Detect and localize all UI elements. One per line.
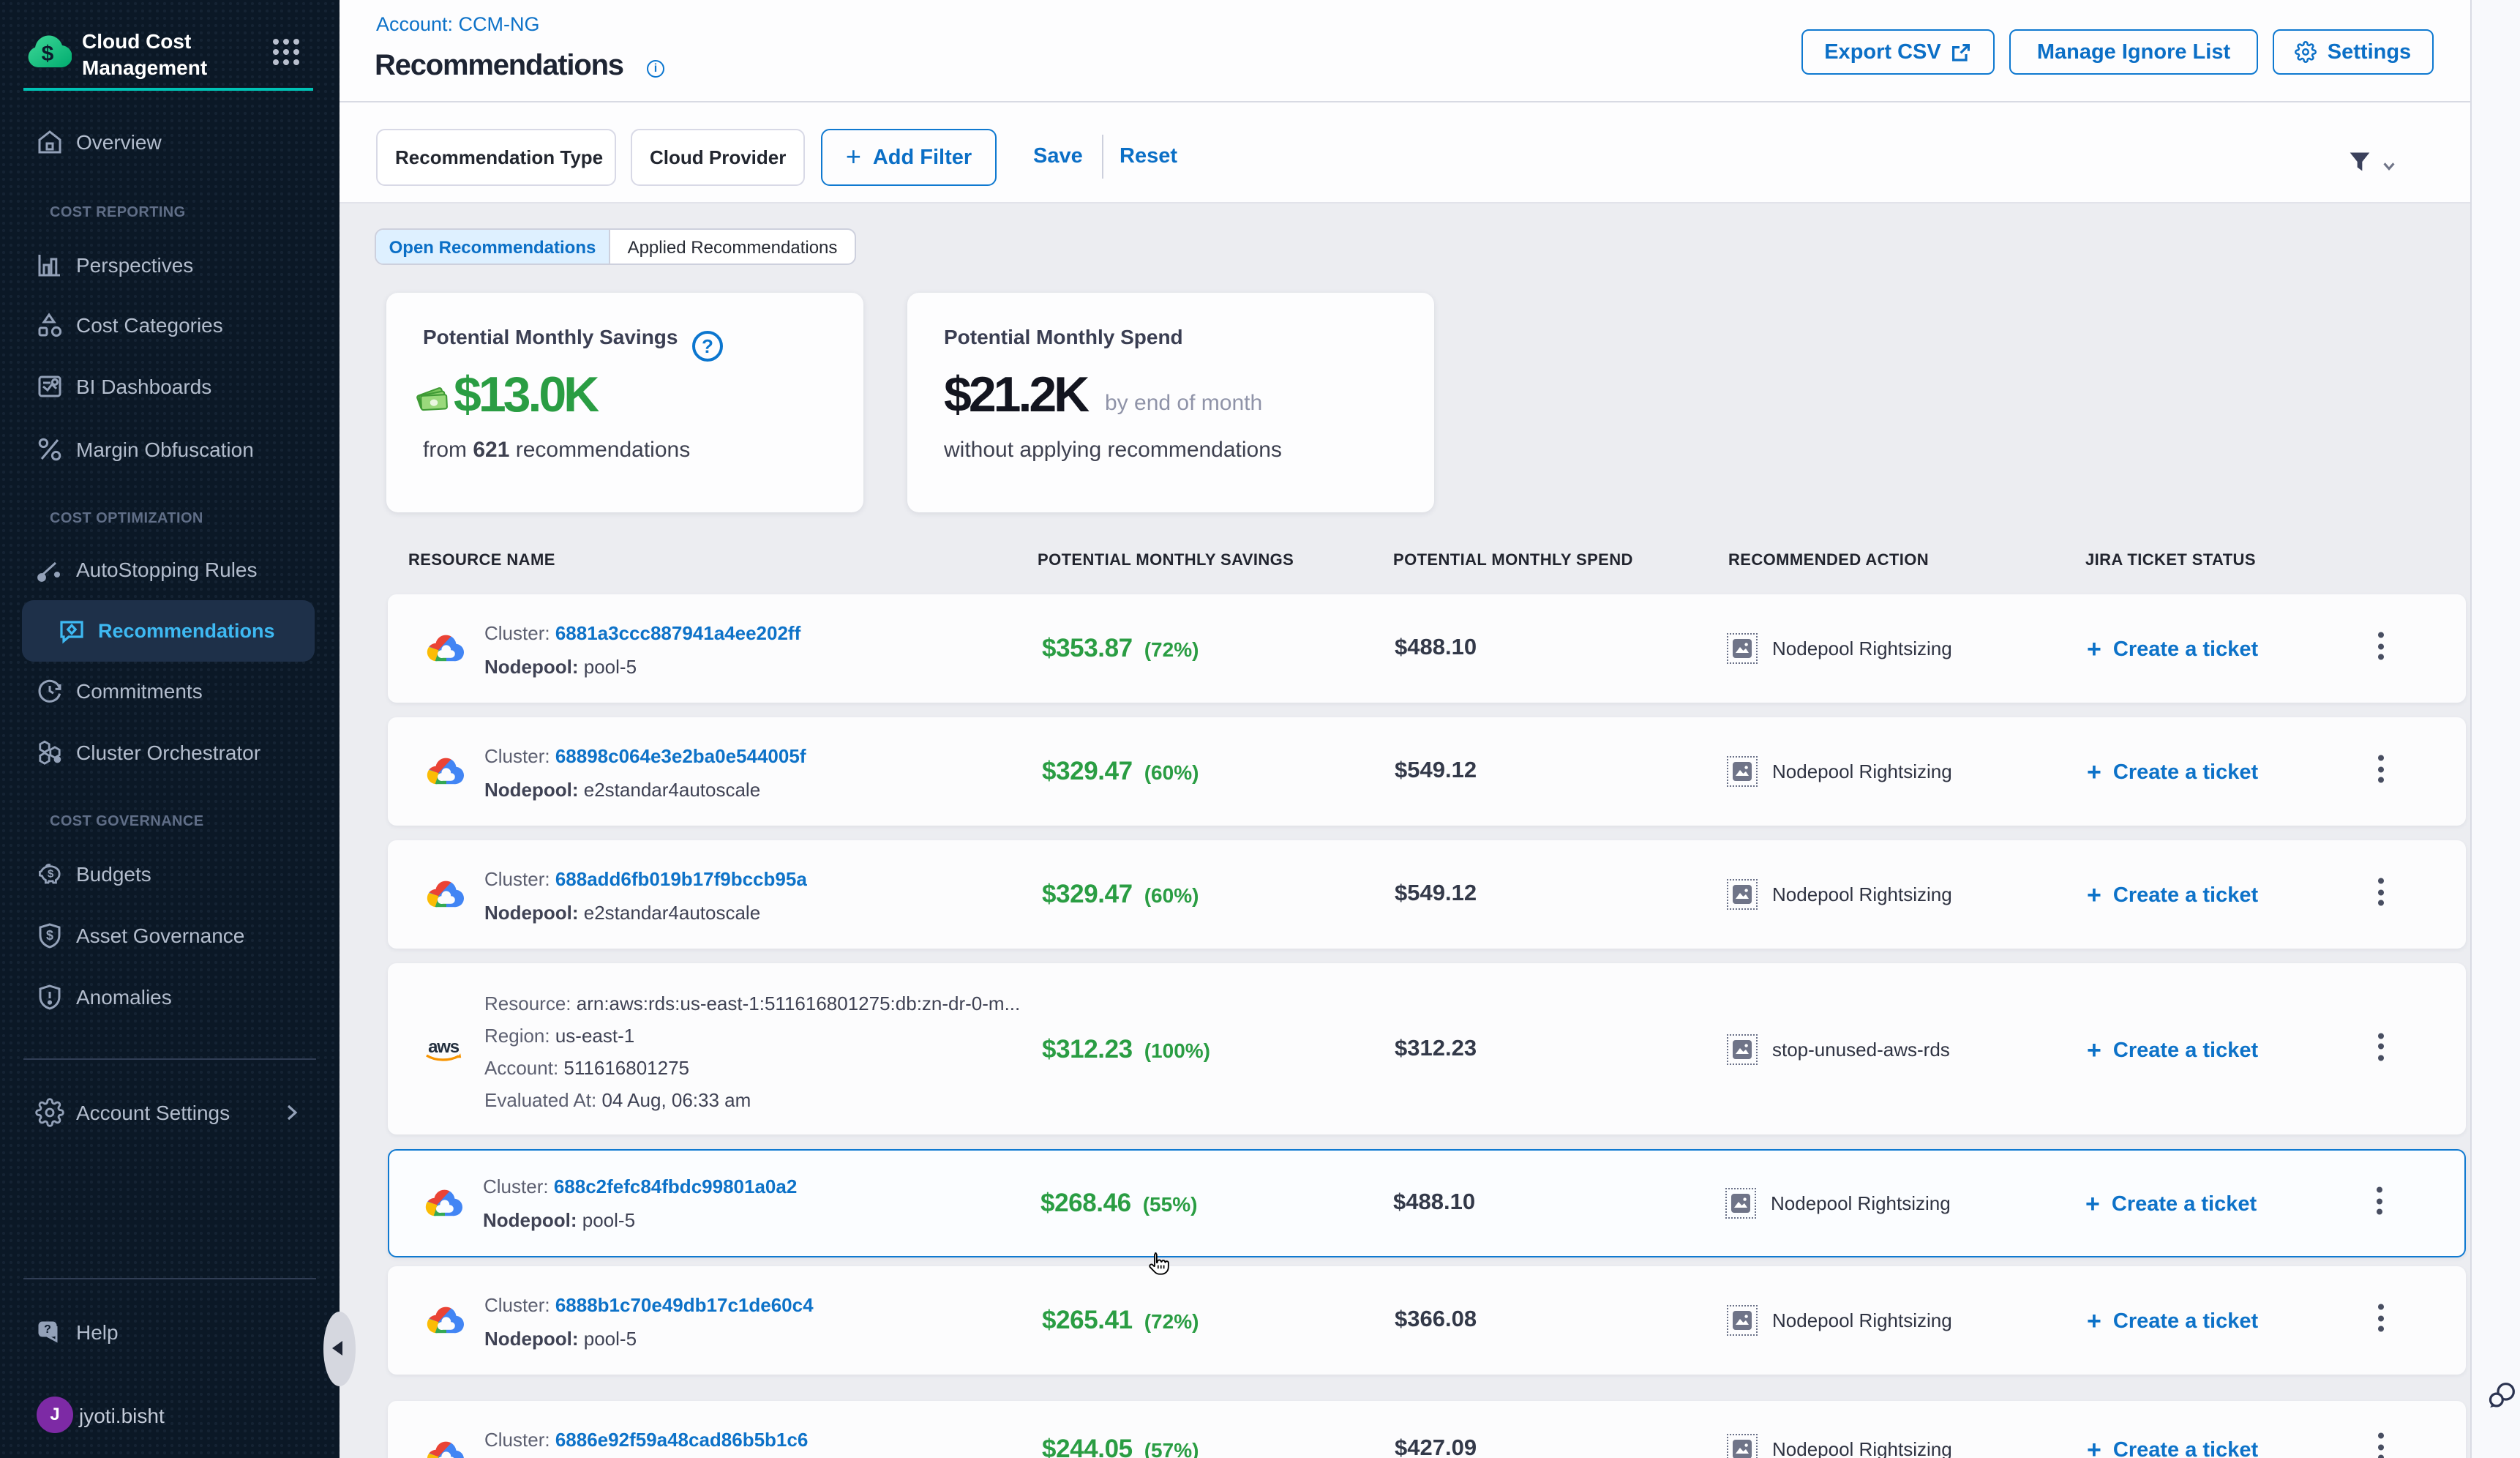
svg-text:$: $ (46, 928, 53, 943)
svg-text:$: $ (42, 42, 54, 66)
svg-text:$: $ (48, 868, 54, 881)
svg-text:?: ? (44, 1323, 51, 1336)
svg-text:aws: aws (428, 1036, 460, 1056)
